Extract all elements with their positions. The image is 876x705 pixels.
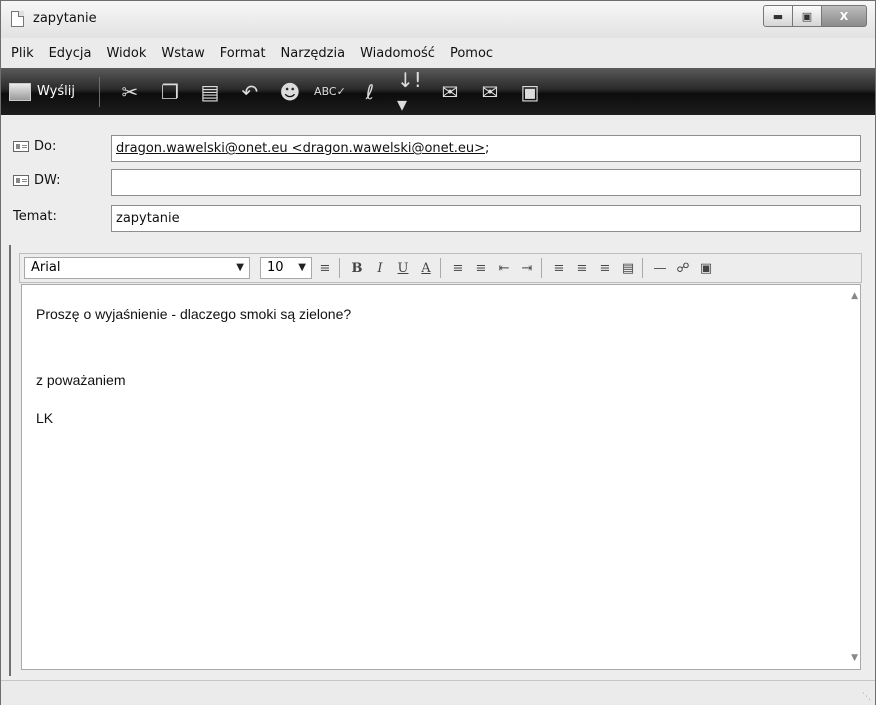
- font-color-icon[interactable]: A: [416, 258, 436, 278]
- bold-icon[interactable]: B: [347, 258, 367, 278]
- spelling-icon[interactable]: ABC✓: [314, 79, 346, 105]
- scroll-up-icon[interactable]: ▲: [851, 291, 858, 301]
- body-line-2: z poważaniem: [36, 372, 126, 388]
- menu-bar: Plik Edycja Widok Wstaw Format Narzędzia…: [1, 38, 875, 68]
- minimize-button[interactable]: ▬: [763, 5, 793, 27]
- cc-row: DW:: [1, 168, 875, 198]
- font-size-value: 10: [267, 260, 284, 275]
- menu-wstaw[interactable]: Wstaw: [161, 46, 204, 61]
- paragraph-style-icon[interactable]: ≡: [315, 258, 335, 278]
- header-fields: Do: dragon.wawelski@onet.eu <dragon.wawe…: [1, 115, 875, 245]
- compose-window: zapytanie ▬ ▣ X Plik Edycja Widok Wstaw …: [0, 0, 876, 705]
- align-right-icon[interactable]: ≡: [595, 258, 615, 278]
- to-label[interactable]: Do:: [13, 139, 56, 154]
- numbered-list-icon[interactable]: ≡: [448, 258, 468, 278]
- window-controls: ▬ ▣ X: [763, 5, 867, 27]
- encrypt-icon[interactable]: ✉: [477, 79, 503, 105]
- close-button[interactable]: X: [821, 5, 867, 27]
- offline-icon[interactable]: ▣: [517, 79, 543, 105]
- subject-label: Temat:: [13, 209, 57, 224]
- paste-icon[interactable]: ▤: [197, 79, 223, 105]
- menu-format[interactable]: Format: [220, 46, 266, 61]
- horizontal-line-icon[interactable]: —: [650, 258, 670, 278]
- chevron-down-icon: ▼: [298, 262, 306, 273]
- format-divider: [541, 258, 542, 278]
- priority-icon[interactable]: ↓!▾: [397, 68, 423, 116]
- font-size-select[interactable]: 10 ▼: [260, 257, 312, 279]
- subject-field[interactable]: zapytanie: [111, 205, 861, 232]
- body-left-border: [9, 245, 11, 676]
- toolbar: Wyślij ✂ ❐ ▤ ↶ ☻ ABC✓ ℓ ↓!▾ ✉ ✉ ▣: [1, 68, 875, 116]
- status-bar: ⋱: [1, 680, 875, 705]
- format-divider: [339, 258, 340, 278]
- insert-picture-icon[interactable]: ▣: [696, 258, 716, 278]
- hyperlink-icon[interactable]: ☍: [673, 258, 693, 278]
- menu-pomoc[interactable]: Pomoc: [450, 46, 493, 61]
- document-icon: [11, 11, 24, 27]
- title-bar: zapytanie ▬ ▣ X: [1, 1, 875, 39]
- increase-indent-icon[interactable]: ⇥: [517, 258, 537, 278]
- subject-row: Temat: zapytanie: [1, 204, 875, 234]
- window-title: zapytanie: [33, 11, 97, 26]
- align-center-icon[interactable]: ≡: [572, 258, 592, 278]
- cc-label[interactable]: DW:: [13, 173, 60, 188]
- send-label: Wyślij: [37, 84, 75, 99]
- underline-icon[interactable]: U: [393, 258, 413, 278]
- menu-edycja[interactable]: Edycja: [49, 46, 92, 61]
- attach-icon[interactable]: ℓ: [357, 79, 383, 105]
- format-bar: Arial ▼ 10 ▼ ≡ B I U A ≡ ≡ ⇤ ⇥ ≡ ≡ ≡ ▤ —…: [19, 253, 862, 283]
- send-icon: [9, 82, 31, 101]
- menu-plik[interactable]: Plik: [11, 46, 34, 61]
- justify-icon[interactable]: ▤: [618, 258, 638, 278]
- format-divider: [440, 258, 441, 278]
- copy-icon[interactable]: ❐: [157, 79, 183, 105]
- font-family-value: Arial: [31, 260, 61, 275]
- decrease-indent-icon[interactable]: ⇤: [494, 258, 514, 278]
- format-divider: [642, 258, 643, 278]
- scroll-down-icon[interactable]: ▼: [851, 653, 858, 663]
- body-line-1: Proszę o wyjaśnienie - dlaczego smoki są…: [36, 306, 352, 322]
- menu-wiadomosc[interactable]: Wiadomość: [360, 46, 435, 61]
- chevron-down-icon: ▼: [236, 262, 244, 273]
- resize-grip-icon[interactable]: ⋱: [862, 692, 871, 702]
- to-separator: ;: [485, 141, 490, 156]
- bullet-list-icon[interactable]: ≡: [471, 258, 491, 278]
- body-line-3: LK: [36, 410, 54, 426]
- to-field[interactable]: dragon.wawelski@onet.eu <dragon.wawelski…: [111, 135, 861, 162]
- message-body[interactable]: Proszę o wyjaśnienie - dlaczego smoki są…: [21, 284, 861, 670]
- menu-widok[interactable]: Widok: [106, 46, 146, 61]
- maximize-button[interactable]: ▣: [792, 5, 822, 27]
- send-button[interactable]: Wyślij: [9, 82, 75, 101]
- undo-icon[interactable]: ↶: [237, 79, 263, 105]
- check-names-icon[interactable]: ☻: [277, 79, 303, 105]
- close-icon: X: [839, 9, 849, 23]
- scissors-icon[interactable]: ✂: [117, 79, 143, 105]
- sign-icon[interactable]: ✉: [437, 79, 463, 105]
- cc-label-text: DW:: [34, 173, 61, 188]
- align-left-icon[interactable]: ≡: [549, 258, 569, 278]
- menu-narzedzia[interactable]: Narzędzia: [281, 46, 346, 61]
- cc-field[interactable]: [111, 169, 861, 196]
- to-address[interactable]: dragon.wawelski@onet.eu <dragon.wawelski…: [116, 141, 485, 156]
- address-book-icon: [13, 175, 29, 186]
- address-book-icon: [13, 141, 29, 152]
- italic-icon[interactable]: I: [370, 258, 390, 278]
- toolbar-divider: [98, 76, 100, 107]
- font-family-select[interactable]: Arial ▼: [24, 257, 250, 279]
- to-row: Do: dragon.wawelski@onet.eu <dragon.wawe…: [1, 134, 875, 164]
- to-label-text: Do:: [34, 139, 57, 154]
